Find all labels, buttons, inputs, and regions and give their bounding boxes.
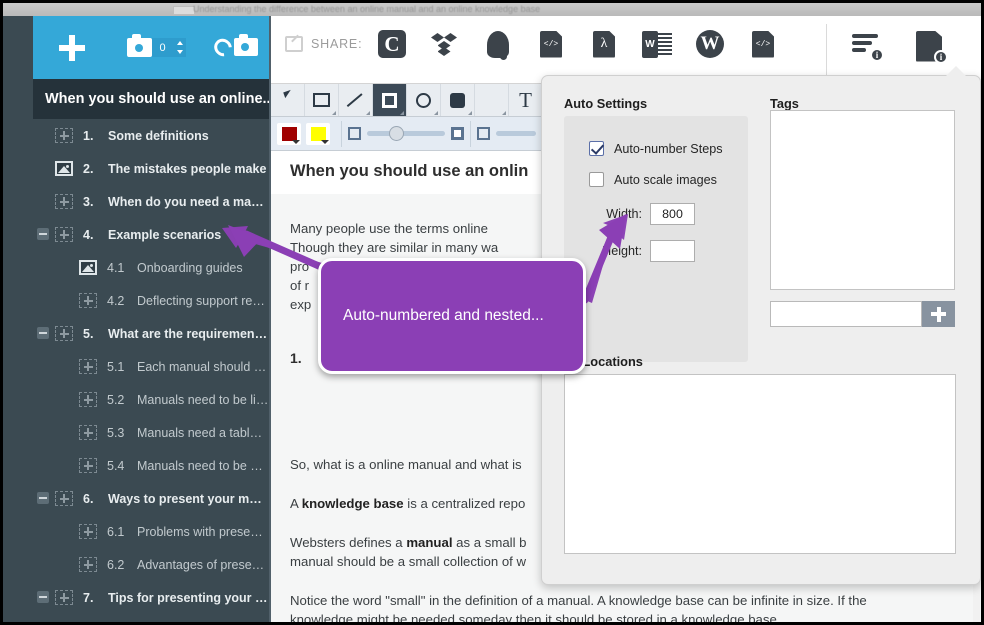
window-border <box>0 0 984 625</box>
app-window: Understanding the difference between an … <box>0 0 984 625</box>
